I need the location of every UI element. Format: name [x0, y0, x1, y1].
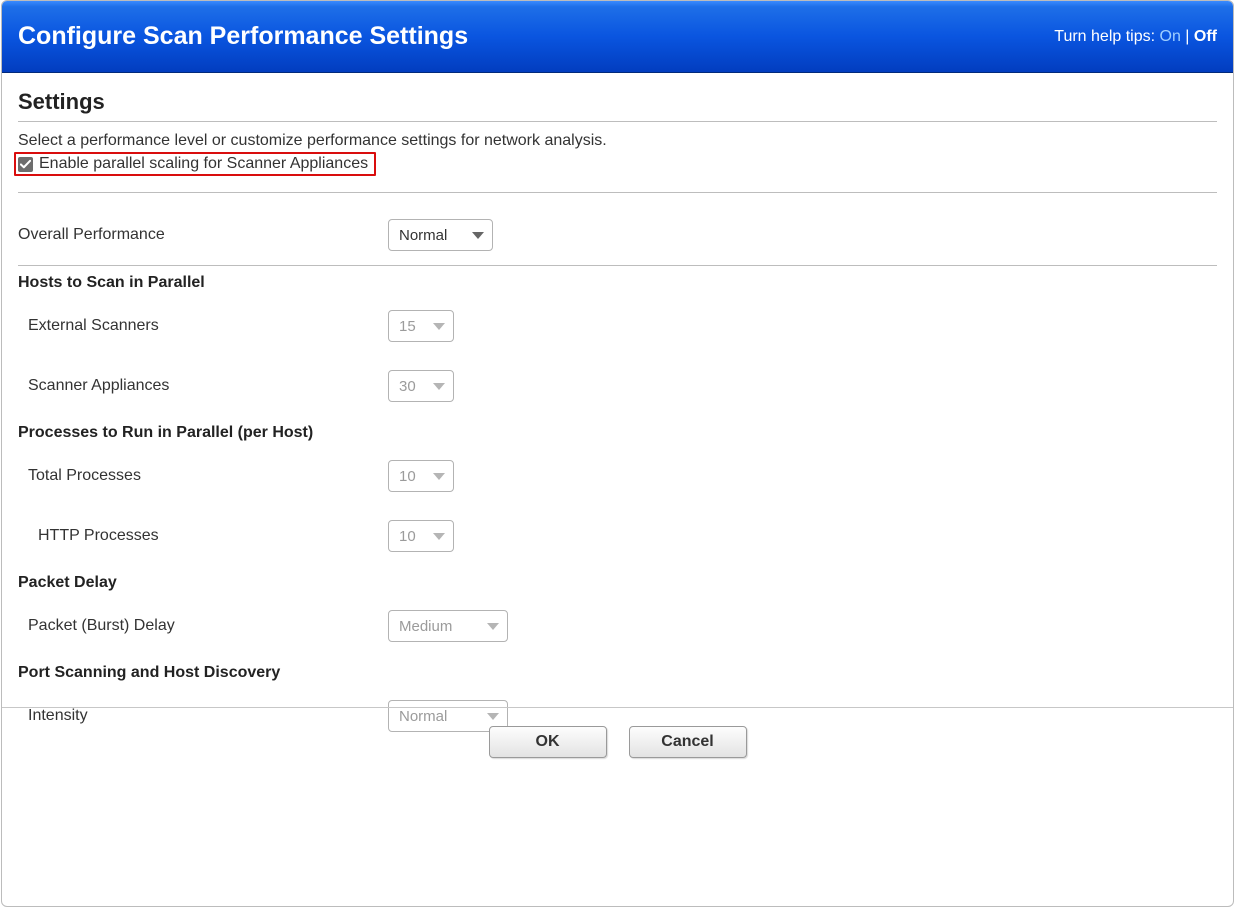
form-grid: Overall Performance Normal Hosts to Scan…	[18, 205, 1217, 746]
content-area: Settings Select a performance level or c…	[2, 73, 1233, 762]
total-processes-select[interactable]: 10	[388, 460, 454, 492]
scanner-appliances-control: 30	[388, 356, 1217, 416]
overall-performance-select[interactable]: Normal	[388, 219, 493, 251]
processes-parallel-heading: Processes to Run in Parallel (per Host)	[18, 416, 1217, 446]
external-scanners-value: 15	[399, 318, 416, 335]
packet-burst-delay-label: Packet (Burst) Delay	[18, 603, 388, 649]
scanner-appliances-value: 30	[399, 378, 416, 395]
scanner-appliances-select[interactable]: 30	[388, 370, 454, 402]
ok-button[interactable]: OK	[489, 726, 607, 758]
chevron-down-icon	[433, 533, 445, 540]
external-scanners-label: External Scanners	[18, 303, 388, 349]
overall-performance-control: Normal	[388, 205, 1217, 265]
dialog-header: Configure Scan Performance Settings Turn…	[2, 1, 1233, 73]
chevron-down-icon	[433, 473, 445, 480]
settings-heading: Settings	[18, 89, 1217, 115]
overall-performance-label: Overall Performance	[18, 212, 388, 258]
chevron-down-icon	[433, 383, 445, 390]
packet-burst-delay-value: Medium	[399, 618, 452, 635]
external-scanners-select[interactable]: 15	[388, 310, 454, 342]
divider	[18, 121, 1217, 122]
total-processes-label: Total Processes	[18, 453, 388, 499]
http-processes-label: HTTP Processes	[18, 513, 388, 559]
port-scanning-heading: Port Scanning and Host Discovery	[18, 656, 1217, 686]
enable-parallel-scaling-checkbox[interactable]	[18, 157, 33, 172]
enable-parallel-scaling-label: Enable parallel scaling for Scanner Appl…	[39, 155, 368, 173]
hosts-parallel-heading: Hosts to Scan in Parallel	[18, 266, 1217, 296]
cancel-button[interactable]: Cancel	[629, 726, 747, 758]
packet-burst-delay-select[interactable]: Medium	[388, 610, 508, 642]
scanner-appliances-label: Scanner Appliances	[18, 363, 388, 409]
enable-parallel-scaling-row: Enable parallel scaling for Scanner Appl…	[14, 152, 376, 176]
http-processes-select[interactable]: 10	[388, 520, 454, 552]
total-processes-value: 10	[399, 468, 416, 485]
help-tips-separator: |	[1181, 28, 1194, 45]
total-processes-control: 10	[388, 446, 1217, 506]
checkmark-icon	[20, 159, 31, 170]
http-processes-value: 10	[399, 528, 416, 545]
dialog-title: Configure Scan Performance Settings	[18, 22, 468, 51]
overall-performance-value: Normal	[399, 227, 447, 244]
http-processes-control: 10	[388, 506, 1217, 566]
settings-description: Select a performance level or customize …	[18, 132, 1217, 150]
packet-delay-heading: Packet Delay	[18, 566, 1217, 596]
help-tips-prefix: Turn help tips:	[1054, 28, 1159, 45]
dialog-window: Configure Scan Performance Settings Turn…	[1, 0, 1234, 907]
packet-burst-delay-control: Medium	[388, 596, 1217, 656]
chevron-down-icon	[472, 232, 484, 239]
help-tips-off-link[interactable]: Off	[1194, 28, 1217, 45]
dialog-footer: OK Cancel	[2, 707, 1233, 776]
chevron-down-icon	[433, 323, 445, 330]
help-tips-toggle: Turn help tips: On | Off	[1054, 28, 1217, 46]
divider	[18, 192, 1217, 193]
chevron-down-icon	[487, 623, 499, 630]
external-scanners-control: 15	[388, 296, 1217, 356]
help-tips-on-link[interactable]: On	[1160, 28, 1181, 45]
